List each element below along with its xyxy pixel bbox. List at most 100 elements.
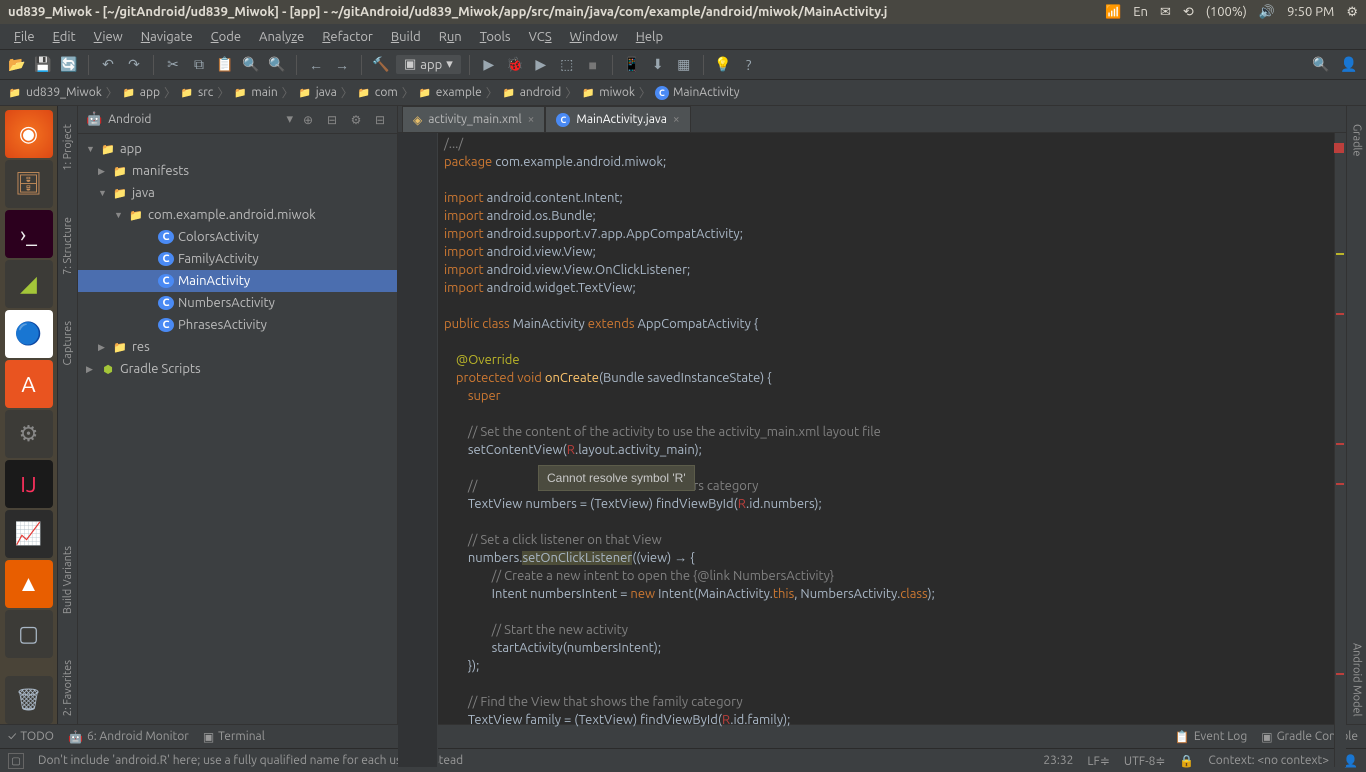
crumb-com[interactable]: 📁com: [357, 86, 398, 100]
question-icon[interactable]: ?: [738, 54, 760, 76]
tab-build-variants[interactable]: Build Variants: [60, 538, 76, 622]
make-icon[interactable]: 🔨: [370, 54, 392, 76]
menu-help[interactable]: Help: [628, 27, 671, 47]
find-icon[interactable]: 🔍: [240, 54, 262, 76]
tab-structure[interactable]: 7: Structure: [60, 209, 76, 283]
run-icon[interactable]: ▶: [478, 54, 500, 76]
cut-icon[interactable]: ✂: [162, 54, 184, 76]
crumb-java[interactable]: 📁java: [298, 86, 337, 100]
tool-terminal[interactable]: ▣ Terminal: [203, 730, 265, 744]
tree-phrases[interactable]: CPhrasesActivity: [78, 314, 397, 336]
target-icon[interactable]: ⊟: [323, 111, 341, 129]
profile-avatar-icon[interactable]: 👤: [1338, 54, 1360, 76]
crumb-miwok[interactable]: 📁miwok: [581, 86, 635, 100]
crumb-example[interactable]: 📁example: [418, 86, 482, 100]
crumb-app[interactable]: 📁app: [122, 86, 160, 100]
tab-gradle[interactable]: Gradle: [1349, 116, 1365, 165]
battery-label[interactable]: (100%): [1206, 5, 1247, 19]
redo-icon[interactable]: ↷: [123, 54, 145, 76]
vlc-icon[interactable]: ▲: [5, 560, 53, 608]
menu-edit[interactable]: Edit: [45, 27, 84, 47]
gear-icon[interactable]: ⚙: [1346, 5, 1358, 20]
menu-window[interactable]: Window: [562, 27, 626, 47]
chrome-icon[interactable]: 🔵: [5, 310, 53, 358]
software-icon[interactable]: A: [5, 360, 53, 408]
tree-package[interactable]: ▼📁com.example.android.miwok: [78, 204, 397, 226]
tab-captures[interactable]: Captures: [60, 313, 76, 373]
trash-icon[interactable]: 🗑: [5, 676, 53, 724]
code-editor[interactable]: /.../ package com.example.android.miwok;…: [398, 133, 1346, 767]
back-icon[interactable]: ←: [305, 54, 327, 76]
mail-icon[interactable]: ✉: [1160, 5, 1171, 20]
tree-numbers[interactable]: CNumbersActivity: [78, 292, 397, 314]
tree-java[interactable]: ▼📁java: [78, 182, 397, 204]
menu-vcs[interactable]: VCS: [521, 27, 560, 47]
layout-icon[interactable]: ▦: [673, 54, 695, 76]
forward-icon[interactable]: →: [331, 54, 353, 76]
menu-view[interactable]: View: [86, 27, 131, 47]
menu-code[interactable]: Code: [203, 27, 249, 47]
tree-app[interactable]: ▼📁app: [78, 138, 397, 160]
crumb-root[interactable]: 📁ud839_Miwok: [8, 86, 102, 100]
gutter[interactable]: [398, 133, 438, 767]
volume-icon[interactable]: 🔊: [1259, 5, 1275, 20]
tree-main[interactable]: CMainActivity: [78, 270, 397, 292]
app-icon[interactable]: ▢: [5, 610, 53, 658]
tab-android-model[interactable]: Android Model: [1349, 635, 1365, 724]
dash-icon[interactable]: ◉: [5, 110, 53, 158]
tool-android-monitor[interactable]: 🤖 6: Android Monitor: [68, 730, 189, 744]
terminal-icon[interactable]: ›_: [5, 210, 53, 258]
menu-file[interactable]: File: [6, 27, 43, 47]
tree-family[interactable]: CFamilyActivity: [78, 248, 397, 270]
close-icon[interactable]: ×: [528, 113, 535, 126]
paste-icon[interactable]: 📋: [214, 54, 236, 76]
open-icon[interactable]: 📂: [6, 54, 28, 76]
stop-icon[interactable]: ■: [582, 54, 604, 76]
help-icon[interactable]: 💡: [712, 54, 734, 76]
tab-favorites[interactable]: 2: Favorites: [60, 652, 76, 724]
crumb-main[interactable]: 📁main: [233, 86, 277, 100]
panel-title[interactable]: Android: [108, 113, 280, 126]
clock[interactable]: 9:50 PM: [1287, 5, 1334, 19]
attach-icon[interactable]: ⬚: [556, 54, 578, 76]
tab-xml[interactable]: ◈activity_main.xml×: [402, 106, 545, 132]
wifi-icon[interactable]: 📶: [1105, 5, 1121, 20]
menu-navigate[interactable]: Navigate: [133, 27, 201, 47]
menu-tools[interactable]: Tools: [472, 27, 519, 47]
replace-icon[interactable]: 🔍: [266, 54, 288, 76]
sdk-icon[interactable]: ⬇: [647, 54, 669, 76]
menu-build[interactable]: Build: [383, 27, 429, 47]
menu-analyze[interactable]: Analyze: [251, 27, 312, 47]
bluetooth-icon[interactable]: ⟲: [1183, 5, 1194, 20]
crumb-file[interactable]: CMainActivity: [655, 86, 740, 100]
profile-icon[interactable]: ▶: [530, 54, 552, 76]
tree-colors[interactable]: CColorsActivity: [78, 226, 397, 248]
toggle-tool-icon[interactable]: ▢: [8, 753, 24, 769]
collapse-icon[interactable]: ⊕: [299, 111, 317, 129]
menu-refactor[interactable]: Refactor: [314, 27, 381, 47]
copy-icon[interactable]: ⧉: [188, 54, 210, 76]
tab-java[interactable]: CMainActivity.java×: [545, 106, 690, 132]
hide-panel-icon[interactable]: ⊟: [371, 111, 389, 129]
lang-indicator[interactable]: En: [1133, 5, 1148, 19]
intellij-icon[interactable]: IJ: [5, 460, 53, 508]
system-monitor-icon[interactable]: 📈: [5, 510, 53, 558]
crumb-src[interactable]: 📁src: [180, 86, 213, 100]
run-config-selector[interactable]: ▣ app ▾: [396, 55, 461, 74]
close-icon[interactable]: ×: [673, 113, 680, 126]
undo-icon[interactable]: ↶: [97, 54, 119, 76]
files-icon[interactable]: 🗄: [5, 160, 53, 208]
settings-panel-icon[interactable]: ⚙: [347, 111, 365, 129]
menu-run[interactable]: Run: [431, 27, 470, 47]
tree-res[interactable]: ▶📁res: [78, 336, 397, 358]
tree-gradle[interactable]: ▶⬢Gradle Scripts: [78, 358, 397, 380]
tab-project[interactable]: 1: Project: [60, 116, 76, 179]
tool-todo[interactable]: ✓ TODO: [8, 730, 54, 743]
settings-app-icon[interactable]: ⚙: [5, 410, 53, 458]
code-content[interactable]: /.../ package com.example.android.miwok;…: [438, 133, 1334, 767]
crumb-android[interactable]: 📁android: [502, 86, 562, 100]
tree-manifests[interactable]: ▶📁manifests: [78, 160, 397, 182]
avd-icon[interactable]: 📱: [621, 54, 643, 76]
save-icon[interactable]: 💾: [32, 54, 54, 76]
android-studio-icon[interactable]: ◢: [5, 260, 53, 308]
